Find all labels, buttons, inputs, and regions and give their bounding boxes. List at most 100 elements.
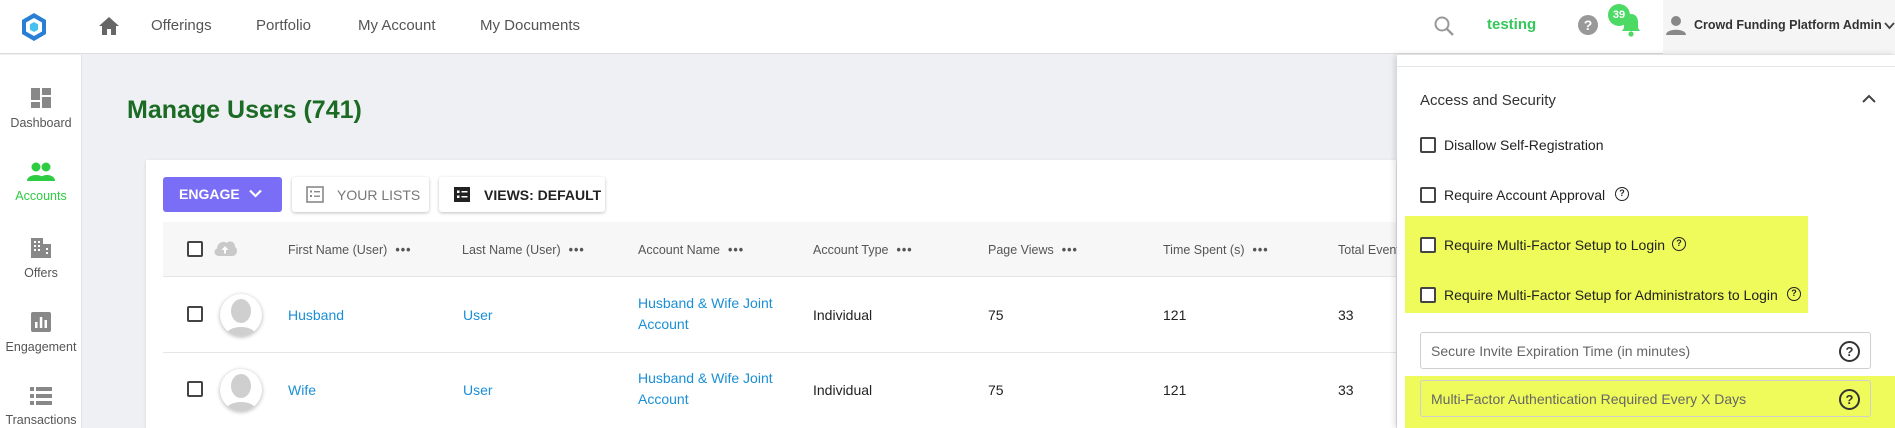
mfa-days-field[interactable]: ? bbox=[1420, 380, 1871, 417]
column-header-label: Page Views bbox=[988, 243, 1054, 257]
disallow-self-registration-checkbox[interactable] bbox=[1420, 137, 1436, 153]
search-icon[interactable] bbox=[1433, 15, 1455, 37]
accounts-icon bbox=[27, 162, 55, 181]
sidebar-item-label: Accounts bbox=[15, 189, 67, 203]
help-icon[interactable]: ? bbox=[1787, 287, 1801, 301]
chevron-up-icon[interactable] bbox=[1862, 94, 1876, 103]
tenant-name[interactable]: testing bbox=[1487, 16, 1536, 33]
engage-button[interactable]: ENGAGE bbox=[163, 177, 282, 212]
column-header-label: Account Name bbox=[638, 243, 720, 257]
nav-offerings[interactable]: Offerings bbox=[151, 17, 212, 34]
your-lists-button[interactable]: YOUR LISTS bbox=[292, 177, 429, 212]
column-header-label: Last Name (User) bbox=[462, 243, 561, 257]
help-icon[interactable]: ? bbox=[1615, 187, 1629, 201]
cell-last-name[interactable]: User bbox=[463, 382, 493, 398]
help-icon[interactable]: ? bbox=[1839, 341, 1860, 362]
sidebar-item-label: Offers bbox=[24, 266, 58, 280]
require-mfa-admins-label: Require Multi-Factor Setup for Administr… bbox=[1444, 287, 1778, 303]
sidebar-item-engagement[interactable]: Engagement bbox=[0, 310, 82, 354]
sidebar-item-accounts[interactable]: Accounts bbox=[0, 161, 82, 203]
nav-portfolio[interactable]: Portfolio bbox=[256, 17, 311, 34]
list-icon bbox=[306, 186, 324, 203]
help-icon[interactable]: ? bbox=[1577, 14, 1599, 36]
invite-expiration-input[interactable] bbox=[1421, 333, 1821, 368]
nav-my-account[interactable]: My Account bbox=[358, 17, 436, 34]
help-icon[interactable]: ? bbox=[1839, 389, 1860, 410]
engage-button-label: ENGAGE bbox=[179, 186, 240, 202]
require-account-approval-label: Require Account Approval bbox=[1444, 187, 1606, 203]
invite-expiration-field[interactable]: ? bbox=[1420, 332, 1871, 369]
cell-first-name[interactable]: Wife bbox=[288, 382, 316, 398]
column-header-last-name[interactable]: Last Name (User) ••• bbox=[462, 243, 585, 257]
row-divider bbox=[163, 352, 1396, 353]
home-icon[interactable] bbox=[97, 15, 121, 37]
sidebar-item-label: Engagement bbox=[5, 340, 77, 354]
column-header-label: First Name (User) bbox=[288, 243, 388, 257]
column-header-page-views[interactable]: Page Views ••• bbox=[988, 243, 1078, 257]
cell-page-views: 75 bbox=[988, 382, 1004, 398]
cell-account-name[interactable]: Husband & Wife Joint Account bbox=[638, 293, 778, 335]
column-header-first-name[interactable]: First Name (User) ••• bbox=[288, 243, 411, 257]
offers-icon bbox=[31, 238, 51, 258]
transactions-icon bbox=[30, 387, 52, 405]
engagement-icon bbox=[31, 312, 51, 332]
column-header-label: Time Spent (s) bbox=[1163, 243, 1245, 257]
user-avatar-icon bbox=[226, 299, 256, 336]
dashboard-icon bbox=[31, 88, 51, 108]
svg-text:?: ? bbox=[1584, 17, 1593, 33]
user-avatar-icon[interactable] bbox=[1665, 14, 1687, 36]
mfa-days-input[interactable] bbox=[1421, 381, 1821, 416]
column-header-account-type[interactable]: Account Type ••• bbox=[813, 243, 913, 257]
column-menu-icon[interactable]: ••• bbox=[569, 243, 585, 257]
column-header-label: Total Events bbox=[1338, 243, 1407, 257]
cell-first-name[interactable]: Husband bbox=[288, 307, 344, 323]
help-icon[interactable]: ? bbox=[1672, 237, 1686, 251]
chevron-down-icon[interactable] bbox=[1884, 22, 1895, 30]
page-title: Manage Users (741) bbox=[127, 96, 362, 124]
column-menu-icon[interactable]: ••• bbox=[395, 243, 411, 257]
views-icon bbox=[454, 187, 470, 202]
cell-last-name[interactable]: User bbox=[463, 307, 493, 323]
sidebar-item-dashboard[interactable]: Dashboard bbox=[0, 86, 82, 130]
cell-time-spent: 121 bbox=[1163, 382, 1187, 398]
sidebar-item-label: Transactions bbox=[5, 413, 77, 427]
section-title-access-security[interactable]: Access and Security bbox=[1420, 92, 1556, 109]
column-menu-icon[interactable]: ••• bbox=[1062, 243, 1078, 257]
row-checkbox[interactable] bbox=[187, 306, 203, 322]
sidebar-item-label: Dashboard bbox=[10, 116, 72, 130]
nav-my-documents[interactable]: My Documents bbox=[480, 17, 580, 34]
cell-total-events: 33 bbox=[1338, 382, 1354, 398]
column-header-time-spent[interactable]: Time Spent (s) ••• bbox=[1163, 243, 1269, 257]
require-mfa-setup-checkbox[interactable] bbox=[1420, 237, 1436, 253]
cell-total-events: 33 bbox=[1338, 307, 1354, 323]
chevron-down-icon bbox=[249, 189, 262, 198]
cell-account-type: Individual bbox=[813, 382, 873, 398]
require-mfa-admins-checkbox[interactable] bbox=[1420, 287, 1436, 303]
avatar[interactable] bbox=[220, 294, 262, 336]
app-logo-icon[interactable] bbox=[19, 12, 49, 42]
require-mfa-setup-label: Require Multi-Factor Setup to Login bbox=[1444, 237, 1665, 253]
avatar[interactable] bbox=[220, 369, 262, 411]
column-menu-icon[interactable]: ••• bbox=[897, 243, 913, 257]
column-header-total-events[interactable]: Total Events bbox=[1338, 243, 1406, 257]
cell-time-spent: 121 bbox=[1163, 307, 1187, 323]
cloud-upload-icon[interactable] bbox=[212, 239, 238, 257]
disallow-self-registration-label: Disallow Self-Registration bbox=[1444, 137, 1604, 153]
panel-divider bbox=[1397, 66, 1895, 67]
sidebar-item-offers[interactable]: Offers bbox=[0, 236, 82, 280]
column-menu-icon[interactable]: ••• bbox=[728, 243, 744, 257]
cell-page-views: 75 bbox=[988, 307, 1004, 323]
user-name[interactable]: Crowd Funding Platform Admin bbox=[1694, 18, 1882, 32]
cell-account-type: Individual bbox=[813, 307, 873, 323]
column-header-label: Account Type bbox=[813, 243, 889, 257]
row-checkbox[interactable] bbox=[187, 381, 203, 397]
require-account-approval-checkbox[interactable] bbox=[1420, 187, 1436, 203]
column-header-account-name[interactable]: Account Name ••• bbox=[638, 243, 744, 257]
views-button[interactable]: VIEWS: DEFAULT bbox=[439, 177, 605, 212]
sidebar-item-transactions[interactable]: Transactions bbox=[0, 385, 82, 427]
notifications-badge[interactable]: 39 bbox=[1608, 4, 1630, 26]
user-avatar-icon bbox=[226, 374, 256, 411]
column-menu-icon[interactable]: ••• bbox=[1253, 243, 1269, 257]
select-all-checkbox[interactable] bbox=[187, 241, 203, 257]
cell-account-name[interactable]: Husband & Wife Joint Account bbox=[638, 368, 778, 410]
